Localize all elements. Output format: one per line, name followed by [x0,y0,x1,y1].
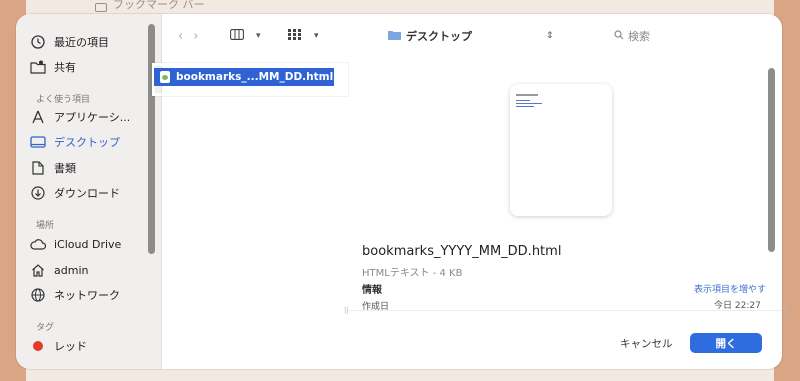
file-row-selected[interactable]: bookmarks_...MM_DD.html [154,68,334,86]
folder-icon [388,30,401,43]
sidebar-scrollbar[interactable] [148,24,155,254]
document-icon [30,160,46,176]
back-icon[interactable]: ‹ [178,29,183,44]
search-icon [614,29,624,43]
desktop-icon [30,134,46,150]
created-value: 今日 22:27 [714,301,761,311]
updown-chevron-icon[interactable]: ⇕ [546,28,554,44]
file-name: bookmarks_...MM_DD.html [176,71,334,83]
preview-scrollbar[interactable] [768,68,775,252]
sidebar-item-label: レッド [54,340,87,353]
sidebar-item-downloads[interactable]: ダウンロード [30,182,120,204]
grid-icon [288,29,301,43]
search-field[interactable]: 検索 [614,28,650,44]
location-label: デスクトップ [406,30,472,43]
globe-icon [30,287,46,303]
forward-icon[interactable]: › [193,29,198,44]
gallery-view-button[interactable]: ▾ [288,28,319,44]
sidebar-item-desktop[interactable]: デスクトップ [30,131,120,153]
created-label: 作成日 [362,302,390,312]
tags-heading: タグ [36,323,55,333]
column-resize-handle[interactable]: || [783,306,788,314]
open-file-dialog: 最近の項目 共有 よく使う項目 アプリケーシ... デスクトップ 書類 ダウンロ… [16,14,782,369]
file-preview-thumbnail [510,84,612,216]
sidebar-item-documents[interactable]: 書類 [30,157,76,179]
download-icon [30,185,46,201]
location-popup[interactable]: デスクトップ [388,28,472,44]
sidebar-item-label: 書類 [54,162,76,175]
sidebar-item-applications[interactable]: アプリケーシ... [30,106,130,128]
sidebar-item-label: iCloud Drive [54,237,122,251]
nav-buttons: ‹ › [178,28,198,44]
sidebar-item-tag-red[interactable]: レッド [30,335,87,357]
favorites-heading: よく使う項目 [36,95,91,105]
folder-icon [95,3,107,12]
info-heading: 情報 [362,285,382,296]
sidebar-item-shared[interactable]: 共有 [30,56,76,78]
toolbar: ‹ › ▾ ▾ デスクトップ ⇕ 検索 [162,14,782,54]
background-window-title: ブックマーク バー [95,0,205,12]
column-resize-handle[interactable]: || [344,306,349,314]
red-tag-icon [30,338,46,354]
sidebar-item-label: 最近の項目 [54,36,109,49]
preview-kind: HTMLテキスト - 4 KB [362,268,463,279]
preview-filename: bookmarks_YYYY_MM_DD.html [362,244,562,259]
sidebar: 最近の項目 共有 よく使う項目 アプリケーシ... デスクトップ 書類 ダウンロ… [16,14,162,369]
chevron-down-icon: ▾ [314,31,319,41]
home-icon [30,262,46,278]
column-view-button[interactable]: ▾ [230,28,261,44]
sidebar-item-admin[interactable]: admin [30,259,88,281]
applications-icon [30,109,46,125]
columns-icon [230,29,244,43]
search-placeholder: 検索 [628,30,650,43]
sidebar-item-label: アプリケーシ... [54,111,131,124]
sidebar-item-network[interactable]: ネットワーク [30,284,120,306]
sidebar-item-label: 共有 [54,61,76,74]
shared-folder-icon [30,59,46,75]
cancel-button[interactable]: キャンセル [620,336,673,351]
locations-heading: 場所 [36,221,55,231]
html-file-icon [160,71,170,83]
sidebar-item-label: admin [54,263,89,277]
chevron-down-icon: ▾ [256,31,261,41]
open-button[interactable]: 開く [690,333,762,353]
show-more-link[interactable]: 表示項目を増やす [694,282,766,295]
cloud-icon [30,236,46,252]
sidebar-item-icloud-drive[interactable]: iCloud Drive [30,233,121,255]
sidebar-item-label: デスクトップ [54,136,120,149]
sidebar-item-label: ダウンロード [54,187,120,200]
sidebar-item-recents[interactable]: 最近の項目 [30,31,109,53]
background-title-text: ブックマーク バー [113,0,205,11]
sidebar-item-label: ネットワーク [54,289,120,302]
clock-icon [30,34,46,50]
